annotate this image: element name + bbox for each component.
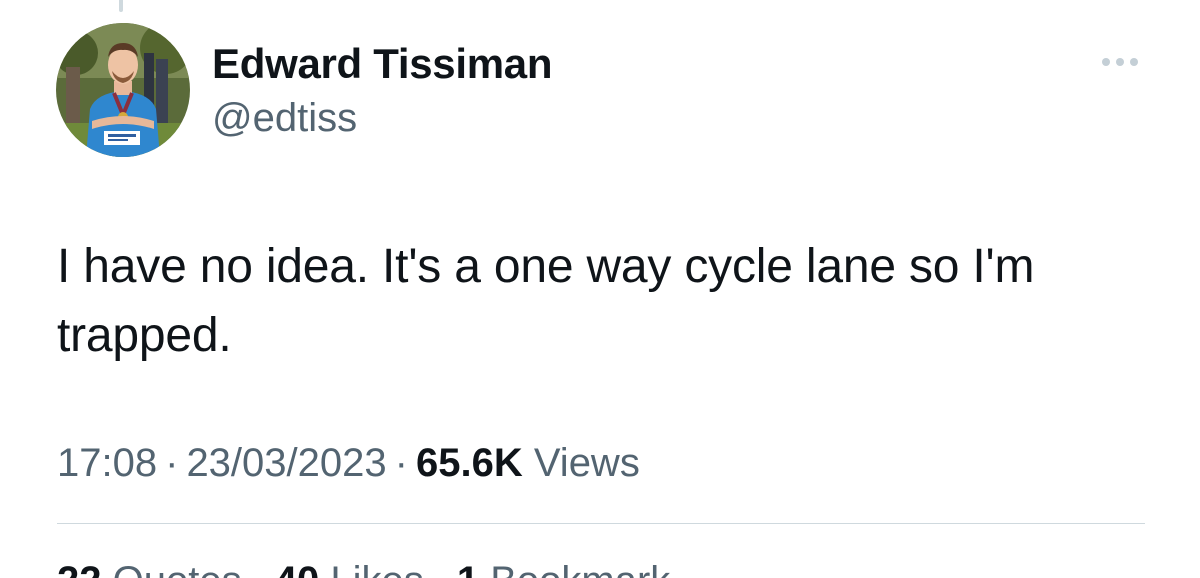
tweet-date[interactable]: 23/03/2023 [186,441,386,485]
bookmarks-stat[interactable]: 1 Bookmark [457,559,670,578]
engagement-stats: 22 Quotes 40 Likes 1 Bookmark [57,556,692,578]
tweet-text: I have no idea. It's a one way cycle lan… [57,240,1035,362]
views-count: 65.6K [415,441,523,485]
meta-separator: · [394,441,408,485]
avatar-photo [56,23,190,157]
tweet-detail: Edward Tissiman @edtiss I have no idea. … [0,0,1200,578]
quotes-stat[interactable]: 22 Quotes [57,559,242,578]
tweet-meta: 17:08 · 23/03/2023 · 65.6K Views [57,438,640,488]
more-horizontal-icon [1102,58,1138,66]
author-info: Edward Tissiman @edtiss [212,38,552,143]
views-label: Views [533,441,640,485]
quotes-count: 22 [57,559,102,578]
author-handle[interactable]: @edtiss [212,93,552,143]
thread-connector-line [119,0,123,12]
bookmarks-count: 1 [457,559,479,578]
divider [57,523,1145,524]
bookmarks-label: Bookmark [490,559,670,578]
likes-label: Likes [330,559,423,578]
likes-count: 40 [275,559,320,578]
likes-stat[interactable]: 40 Likes [275,559,424,578]
tweet-time[interactable]: 17:08 [57,441,157,485]
more-options-button[interactable] [1092,44,1148,80]
meta-separator: · [165,441,179,485]
author-display-name[interactable]: Edward Tissiman [212,38,552,90]
avatar[interactable] [56,23,190,157]
quotes-label: Quotes [113,559,242,578]
